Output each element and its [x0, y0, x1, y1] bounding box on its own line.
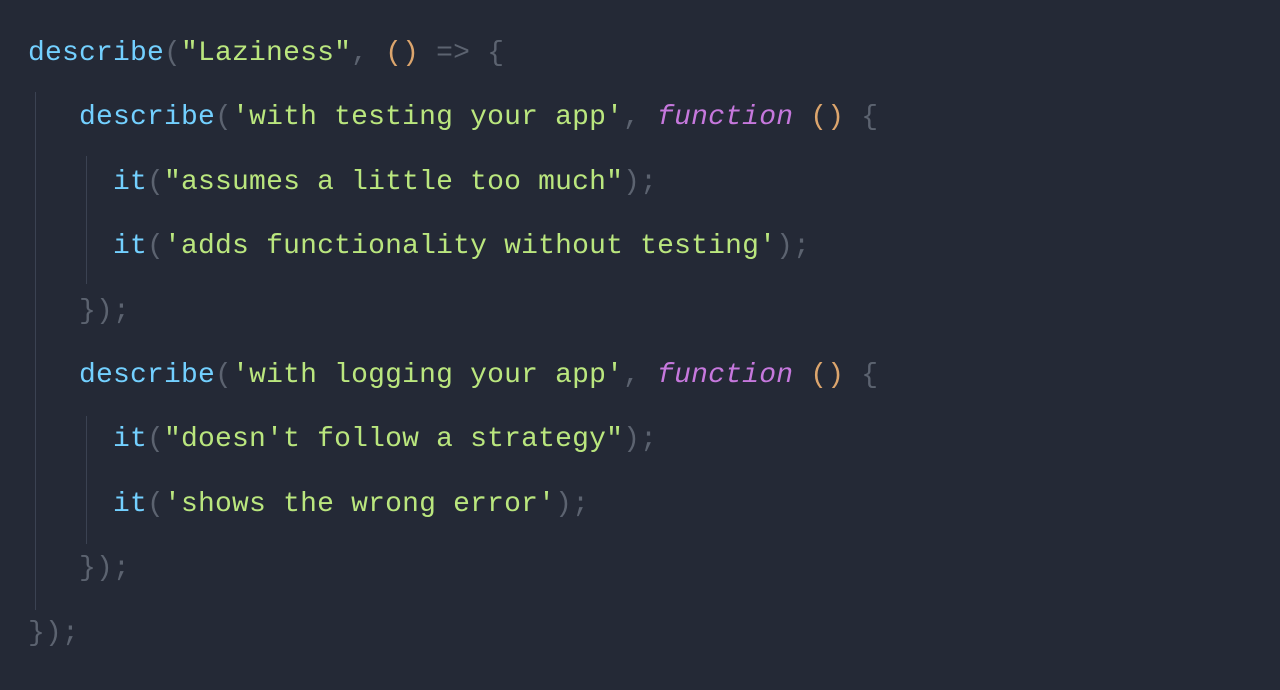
paren-open: (: [385, 38, 402, 69]
string-literal: 'with testing your app': [232, 102, 623, 133]
identifier-it: it: [113, 489, 147, 520]
identifier-describe: describe: [79, 102, 215, 133]
string-literal: "assumes a little too much": [164, 167, 623, 198]
brace-open: {: [487, 38, 504, 69]
semicolon: ;: [640, 167, 657, 198]
paren-close: ): [623, 167, 640, 198]
paren-close: ): [623, 424, 640, 455]
semicolon: ;: [572, 489, 589, 520]
paren-open: (: [147, 231, 164, 262]
paren-close: ): [402, 38, 419, 69]
keyword-function: function: [657, 360, 793, 391]
paren-open: (: [147, 167, 164, 198]
paren-open: (: [147, 424, 164, 455]
paren-close: ): [96, 553, 113, 584]
brace-close: }: [28, 618, 45, 649]
string-literal: 'with logging your app': [232, 360, 623, 391]
keyword-function: function: [657, 102, 793, 133]
string-literal: "Laziness": [181, 38, 351, 69]
comma: ,: [623, 360, 640, 391]
paren-open: (: [810, 360, 827, 391]
arrow: =>: [436, 38, 470, 69]
paren-close: ): [555, 489, 572, 520]
comma: ,: [623, 102, 640, 133]
semicolon: ;: [113, 553, 130, 584]
identifier-it: it: [113, 167, 147, 198]
paren-open: (: [810, 102, 827, 133]
identifier-it: it: [113, 424, 147, 455]
paren-open: (: [215, 102, 232, 133]
paren-open: (: [147, 489, 164, 520]
paren-close: ): [45, 618, 62, 649]
identifier-describe: describe: [79, 360, 215, 391]
paren-close: ): [827, 360, 844, 391]
identifier-describe: describe: [28, 38, 164, 69]
brace-open: {: [861, 102, 878, 133]
string-literal: "doesn't follow a strategy": [164, 424, 623, 455]
identifier-it: it: [113, 231, 147, 262]
semicolon: ;: [113, 296, 130, 327]
paren-close: ): [827, 102, 844, 133]
paren-open: (: [164, 38, 181, 69]
paren-open: (: [215, 360, 232, 391]
paren-close: ): [776, 231, 793, 262]
brace-close: }: [79, 553, 96, 584]
brace-open: {: [861, 360, 878, 391]
semicolon: ;: [640, 424, 657, 455]
paren-close: ): [96, 296, 113, 327]
string-literal: 'adds functionality without testing': [164, 231, 776, 262]
brace-close: }: [79, 296, 96, 327]
code-block: describe("Laziness", () => { describe('w…: [0, 0, 1280, 688]
comma: ,: [351, 38, 368, 69]
semicolon: ;: [62, 618, 79, 649]
semicolon: ;: [793, 231, 810, 262]
string-literal: 'shows the wrong error': [164, 489, 555, 520]
